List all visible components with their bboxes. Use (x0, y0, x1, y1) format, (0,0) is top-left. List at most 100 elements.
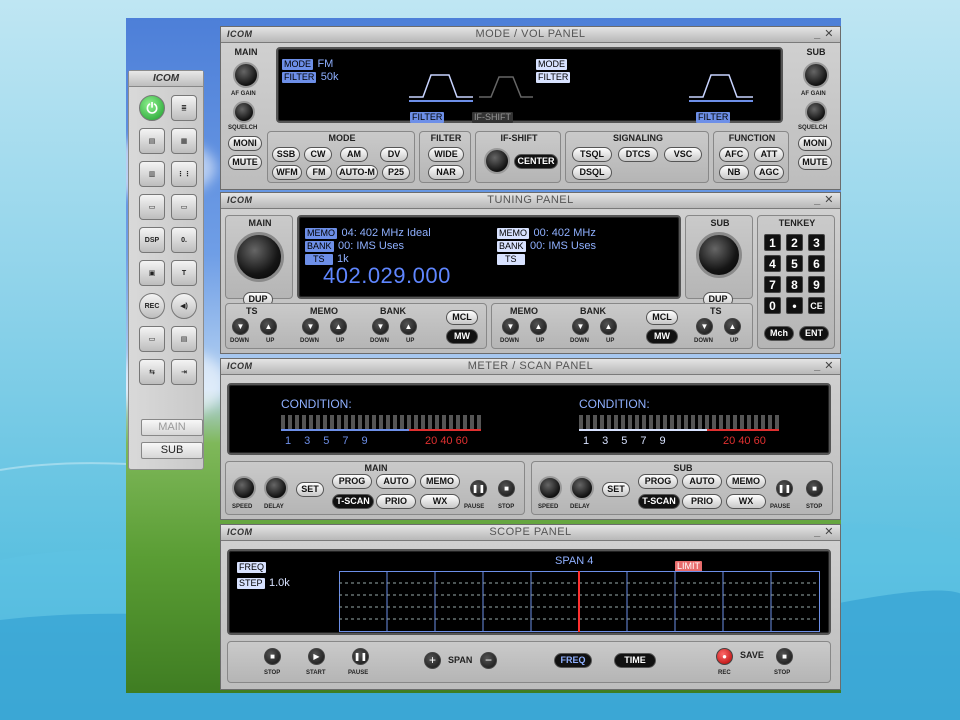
panel-icon-2[interactable]: ▤ (139, 128, 165, 154)
key-5[interactable]: 5 (786, 255, 803, 272)
dsp-icon[interactable]: DSP (139, 227, 165, 253)
att-button[interactable]: ATT (754, 147, 784, 162)
panel-icon-10[interactable]: ▣ (139, 260, 165, 286)
key-8[interactable]: 8 (786, 276, 803, 293)
panel-icon-3[interactable]: ▦ (171, 128, 197, 154)
ifshift-knob[interactable] (484, 148, 510, 174)
main-prog-button[interactable]: PROG (332, 474, 372, 489)
sub-tscan-button[interactable]: T-SCAN (638, 494, 680, 509)
panel-icon-7[interactable]: ▭ (171, 194, 197, 220)
sub-delay-knob[interactable] (570, 476, 594, 500)
sub-mw-button[interactable]: MW (646, 329, 678, 344)
key-ce[interactable]: CE (808, 297, 825, 314)
mode-auto-m-button[interactable]: AUTO-M (336, 165, 378, 180)
sub-bank-down-button[interactable]: ▼ (572, 318, 589, 335)
display-icon[interactable]: 0. (171, 227, 197, 253)
main-mw-button[interactable]: MW (446, 329, 478, 344)
center-button[interactable]: CENTER (514, 154, 558, 169)
mode-dv-button[interactable]: DV (380, 147, 408, 162)
main-auto-button[interactable]: AUTO (376, 474, 416, 489)
dtcs-button[interactable]: DTCS (618, 147, 658, 162)
main-set-button[interactable]: SET (296, 482, 324, 497)
afc-button[interactable]: AFC (719, 147, 749, 162)
sub-bank-up-button[interactable]: ▲ (600, 318, 617, 335)
dsql-button[interactable]: DSQL (572, 165, 612, 180)
sub-memo-scan-button[interactable]: MEMO (726, 474, 766, 489)
mode-panel-icon[interactable]: ≣ (171, 95, 197, 121)
close-icon[interactable]: _ ✕ (814, 27, 834, 42)
main-af-gain-knob[interactable] (233, 62, 259, 88)
sub-squelch-knob[interactable] (805, 101, 827, 123)
mode-fm-button[interactable]: FM (306, 165, 332, 180)
key-9[interactable]: 9 (808, 276, 825, 293)
main-prio-button[interactable]: PRIO (376, 494, 416, 509)
key-1[interactable]: 1 (764, 234, 781, 251)
mode-wfm-button[interactable]: WFM (272, 165, 302, 180)
span-plus-button[interactable]: + (424, 652, 441, 669)
usb-icon[interactable]: ⇆ (139, 359, 165, 385)
rec-icon[interactable]: REC (139, 293, 165, 319)
scope-stop-button[interactable]: ■ (264, 648, 281, 665)
main-mcl-button[interactable]: MCL (446, 310, 478, 325)
nb-button[interactable]: NB (719, 165, 749, 180)
main-stop-button[interactable]: ■ (498, 480, 515, 497)
sub-prio-button[interactable]: PRIO (682, 494, 722, 509)
main-moni-button[interactable]: MONI (228, 136, 262, 151)
sub-memo-down-button[interactable]: ▼ (502, 318, 519, 335)
sub-dial-knob[interactable] (696, 232, 742, 278)
key-dot[interactable]: • (786, 297, 803, 314)
exit-icon[interactable]: ⇥ (171, 359, 197, 385)
main-bank-up-button[interactable]: ▲ (400, 318, 417, 335)
vsc-button[interactable]: VSC (664, 147, 702, 162)
main-memo-down-button[interactable]: ▼ (302, 318, 319, 335)
close-icon[interactable]: _ ✕ (814, 525, 834, 540)
main-squelch-knob[interactable] (233, 101, 255, 123)
sub-mute-button[interactable]: MUTE (798, 155, 832, 170)
close-icon[interactable]: _ ✕ (814, 359, 834, 374)
main-wx-button[interactable]: WX (420, 494, 460, 509)
tsql-button[interactable]: TSQL (572, 147, 612, 162)
filter-nar-button[interactable]: NAR (428, 165, 464, 180)
panel-icon-6[interactable]: ▭ (139, 194, 165, 220)
sub-ts-down-button[interactable]: ▼ (696, 318, 713, 335)
sub-auto-button[interactable]: AUTO (682, 474, 722, 489)
speaker-icon[interactable]: ◀) (171, 293, 197, 319)
save-stop-button[interactable]: ■ (776, 648, 793, 665)
key-7[interactable]: 7 (764, 276, 781, 293)
main-tscan-button[interactable]: T-SCAN (332, 494, 374, 509)
main-bank-down-button[interactable]: ▼ (372, 318, 389, 335)
keypad-icon[interactable]: ⋮⋮ (171, 161, 197, 187)
mode-am-button[interactable]: AM (340, 147, 368, 162)
mch-button[interactable]: Mch (764, 326, 794, 341)
main-dial-knob[interactable] (234, 232, 284, 282)
sub-ts-up-button[interactable]: ▲ (724, 318, 741, 335)
sub-set-button[interactable]: SET (602, 482, 630, 497)
mode-p25-button[interactable]: P25 (382, 165, 410, 180)
sub-prog-button[interactable]: PROG (638, 474, 678, 489)
agc-button[interactable]: AGC (754, 165, 784, 180)
filter-wide-button[interactable]: WIDE (428, 147, 464, 162)
mode-ssb-button[interactable]: SSB (272, 147, 300, 162)
speed-knob[interactable] (232, 476, 256, 500)
key-3[interactable]: 3 (808, 234, 825, 251)
key-4[interactable]: 4 (764, 255, 781, 272)
sub-af-gain-knob[interactable] (803, 62, 829, 88)
rec-button[interactable]: ● (716, 648, 733, 665)
main-memo-up-button[interactable]: ▲ (330, 318, 347, 335)
sub-speed-knob[interactable] (538, 476, 562, 500)
sub-moni-button[interactable]: MONI (798, 136, 832, 151)
printer-icon[interactable]: ▭ (139, 326, 165, 352)
sub-wx-button[interactable]: WX (726, 494, 766, 509)
main-ts-up-button[interactable]: ▲ (260, 318, 277, 335)
main-memo-scan-button[interactable]: MEMO (420, 474, 460, 489)
sub-select-button[interactable]: SUB (141, 442, 203, 459)
signal-icon[interactable]: T (171, 260, 197, 286)
freq-mode-button[interactable]: FREQ (554, 653, 592, 668)
power-button[interactable]: ⏻ (139, 95, 165, 121)
close-icon[interactable]: _ ✕ (814, 193, 834, 208)
key-0[interactable]: 0 (764, 297, 781, 314)
ent-button[interactable]: ENT (799, 326, 829, 341)
scope-start-button[interactable]: ▶ (308, 648, 325, 665)
sub-pause-button[interactable]: ❚❚ (776, 480, 793, 497)
delay-knob[interactable] (264, 476, 288, 500)
